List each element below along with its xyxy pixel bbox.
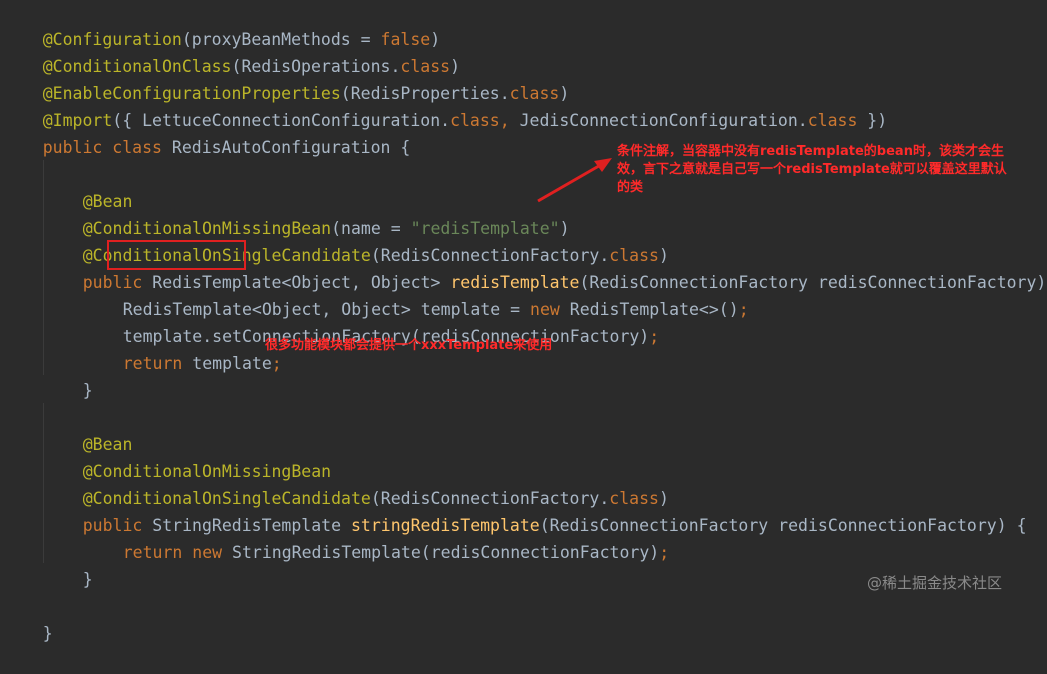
annotation-note-conditional: 条件注解，当容器中没有redisTemplate的bean时，该类才会生效，言下… (617, 144, 1007, 195)
annotation-arrow (537, 158, 612, 203)
watermark-text: @稀土掘金技术社区 (867, 574, 1003, 592)
brace-token: } (42, 624, 53, 643)
annotation-note-template: 很多功能模块都会提供一个xxxTemplate来使用 (265, 338, 553, 353)
